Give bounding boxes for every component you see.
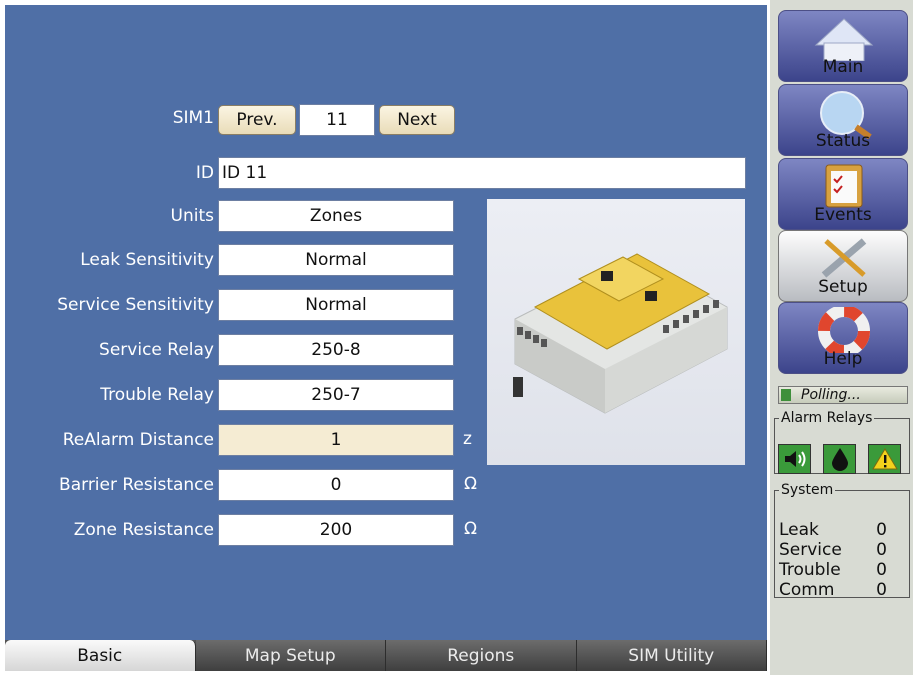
units-label: Units (170, 206, 214, 226)
clipboard-icon (825, 164, 863, 208)
main-panel: SIM1 Prev. 11 Next ID ID 11 Units Zones … (5, 5, 767, 671)
system-trouble-label: Trouble (779, 560, 841, 580)
polling-bar (781, 389, 791, 401)
barrier-resistance-unit: Ω (464, 474, 477, 494)
system-title: System (781, 482, 834, 498)
device-photo (487, 199, 745, 465)
service-sensitivity-label: Service Sensitivity (57, 295, 214, 315)
tab-basic[interactable]: Basic (5, 640, 196, 671)
field-row-leak-sensitivity: Leak Sensitivity (5, 245, 214, 277)
warning-icon[interactable] (868, 444, 901, 474)
next-button[interactable]: Next (379, 105, 455, 135)
prev-button[interactable]: Prev. (218, 105, 296, 135)
field-row-zone-resistance: Zone Resistance (5, 515, 214, 547)
field-row-units: Units (5, 201, 214, 233)
field-row-trouble-relay: Trouble Relay (5, 380, 214, 412)
realarm-distance-label: ReAlarm Distance (62, 430, 214, 450)
nav-setup-label: Setup (818, 277, 868, 297)
system-trouble-value: 0 (876, 560, 887, 580)
nav-main-label: Main (822, 57, 864, 77)
service-relay-field[interactable]: 250-8 (218, 334, 454, 366)
lifebuoy-icon (818, 307, 870, 353)
sim-label-wrap: SIM1 (5, 103, 214, 135)
barrier-resistance-label: Barrier Resistance (59, 475, 214, 495)
field-row-service-relay: Service Relay (5, 335, 214, 367)
zone-resistance-unit: Ω (464, 519, 477, 539)
polling-text: Polling... (801, 387, 861, 403)
system-leak-label: Leak (779, 520, 819, 540)
field-row-service-sensitivity: Service Sensitivity (5, 290, 214, 322)
system-service-value: 0 (876, 540, 887, 560)
nav-help-button[interactable]: Help (778, 302, 908, 374)
wrench-screwdriver-icon (821, 238, 867, 278)
nav-help-label: Help (823, 349, 863, 369)
system-row-comm: Comm 0 (779, 580, 887, 600)
id-field[interactable]: ID 11 (218, 157, 746, 189)
nav-status-button[interactable]: Status (778, 84, 908, 156)
nav-events-button[interactable]: Events (778, 158, 908, 230)
water-drop-icon[interactable] (823, 444, 856, 474)
system-comm-value: 0 (876, 580, 887, 600)
zone-resistance-label: Zone Resistance (73, 520, 214, 540)
barrier-resistance-field[interactable]: 0 (218, 469, 454, 501)
system-row-trouble: Trouble 0 (779, 560, 887, 580)
tab-map-setup[interactable]: Map Setup (195, 640, 386, 671)
system-comm-label: Comm (779, 580, 835, 600)
units-field[interactable]: Zones (218, 200, 454, 232)
nav-status-label: Status (815, 131, 871, 151)
speaker-icon[interactable] (778, 444, 811, 474)
system-row-leak: Leak 0 (779, 520, 887, 540)
polling-indicator: Polling... (778, 386, 908, 404)
sidebar: Main Status Events Setup Help Polling...… (770, 0, 913, 675)
house-icon (814, 18, 874, 61)
system-leak-value: 0 (876, 520, 887, 540)
system-row-service: Service 0 (779, 540, 887, 560)
alarm-relays-title: Alarm Relays (781, 410, 873, 426)
system-group: System Leak 0 Service 0 Trouble 0 Comm 0 (774, 482, 910, 600)
realarm-distance-field[interactable]: 1 (218, 424, 454, 456)
leak-sensitivity-label: Leak Sensitivity (80, 250, 214, 270)
nav-setup-button[interactable]: Setup (778, 230, 908, 302)
tab-regions[interactable]: Regions (386, 640, 577, 671)
system-service-label: Service (779, 540, 842, 560)
tab-sim-utility[interactable]: SIM Utility (576, 640, 767, 671)
field-row-barrier-resistance: Barrier Resistance (5, 470, 214, 502)
service-relay-label: Service Relay (99, 340, 214, 360)
service-sensitivity-field[interactable]: Normal (218, 289, 454, 321)
alarm-relays-group: Alarm Relays (774, 410, 910, 474)
sim-label: SIM1 (172, 108, 214, 128)
trouble-relay-field[interactable]: 250-7 (218, 379, 454, 411)
field-row-realarm-distance: ReAlarm Distance (5, 425, 214, 457)
realarm-distance-unit: z (463, 429, 472, 449)
nav-main-button[interactable]: Main (778, 10, 908, 82)
zone-resistance-field[interactable]: 200 (218, 514, 454, 546)
leak-sensitivity-field[interactable]: Normal (218, 244, 454, 276)
nav-events-label: Events (814, 205, 872, 225)
trouble-relay-label: Trouble Relay (100, 385, 214, 405)
id-label: ID (195, 163, 214, 183)
sim-number-field[interactable]: 11 (299, 104, 375, 136)
bottom-tab-bar: Basic Map Setup Regions SIM Utility (5, 640, 767, 671)
id-label-wrap: ID (5, 158, 214, 190)
